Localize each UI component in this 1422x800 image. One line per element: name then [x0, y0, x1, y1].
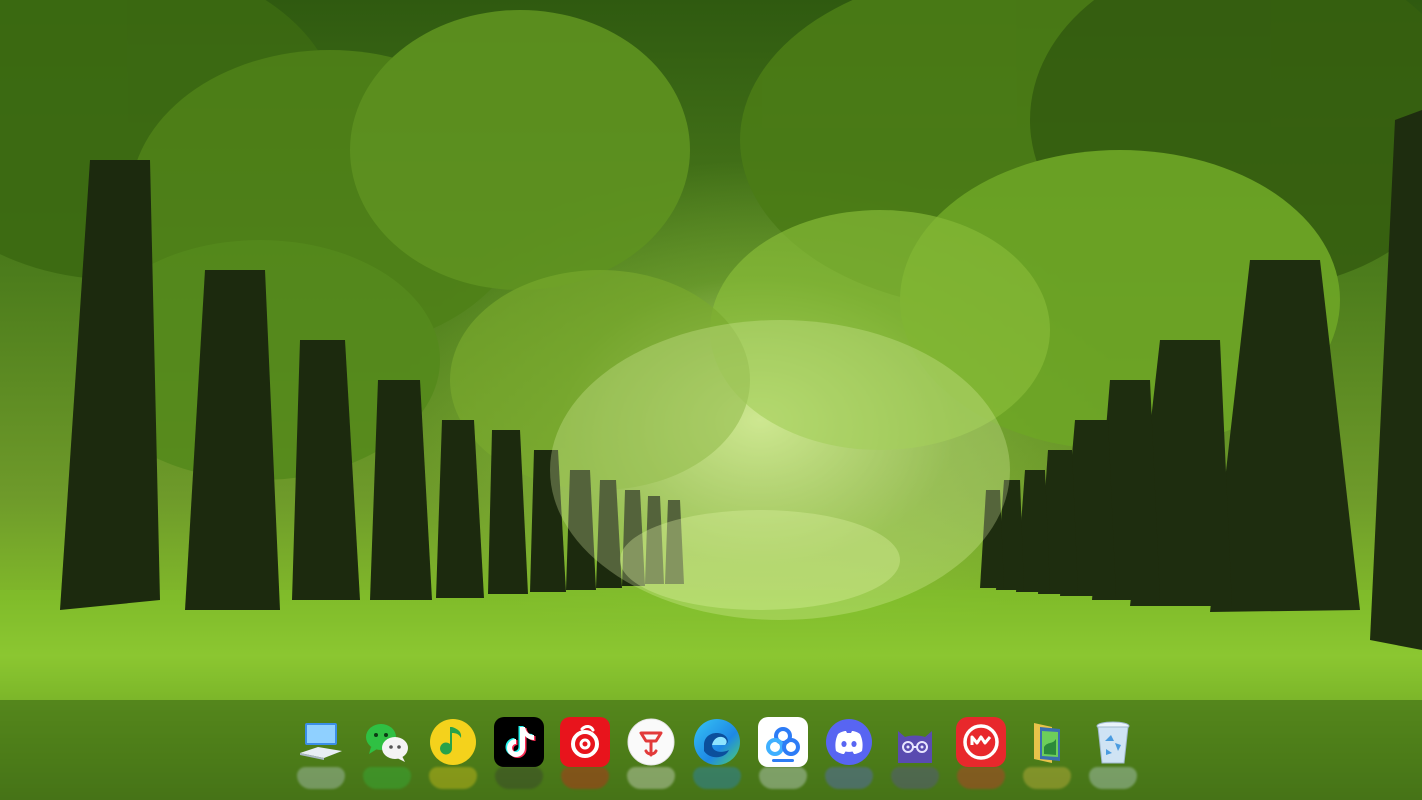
dock-item-qq-music[interactable]: [424, 713, 482, 789]
folder-icon: [1034, 723, 1060, 763]
wechat-icon: [366, 724, 408, 762]
dock-item-red-app[interactable]: [952, 713, 1010, 789]
dock-item-discord[interactable]: [820, 713, 878, 789]
desktop-wallpaper: [0, 0, 1422, 800]
discord-icon: [826, 719, 872, 765]
dock-item-netease-music[interactable]: [556, 713, 614, 789]
cloud-icon: [758, 717, 808, 767]
dock-item-edge-browser[interactable]: [688, 713, 746, 789]
edge-icon: [694, 719, 740, 765]
tiktok-icon: [494, 717, 544, 767]
dock-item-wechat[interactable]: [358, 713, 416, 789]
dock-item-baidu-netdisk[interactable]: [754, 713, 812, 789]
dock-item-recycle-bin[interactable]: [1084, 713, 1142, 789]
taskbar-dock: [286, 712, 1148, 789]
trash-icon: [1096, 721, 1130, 764]
music-note-icon: [430, 719, 476, 765]
cat-icon: [898, 731, 932, 763]
netease-music-icon: [560, 717, 610, 767]
forest-scene: [0, 0, 1422, 800]
dock-item-folder[interactable]: [1018, 713, 1076, 789]
dock-item-cat-app[interactable]: [886, 713, 944, 789]
dock-item-pen-tool[interactable]: [622, 713, 680, 789]
dock-item-tiktok[interactable]: [490, 713, 548, 789]
red-app-icon: [956, 717, 1006, 767]
computer-icon: [300, 723, 342, 760]
pen-icon: [627, 718, 675, 766]
dock-item-computer[interactable]: [292, 713, 350, 789]
